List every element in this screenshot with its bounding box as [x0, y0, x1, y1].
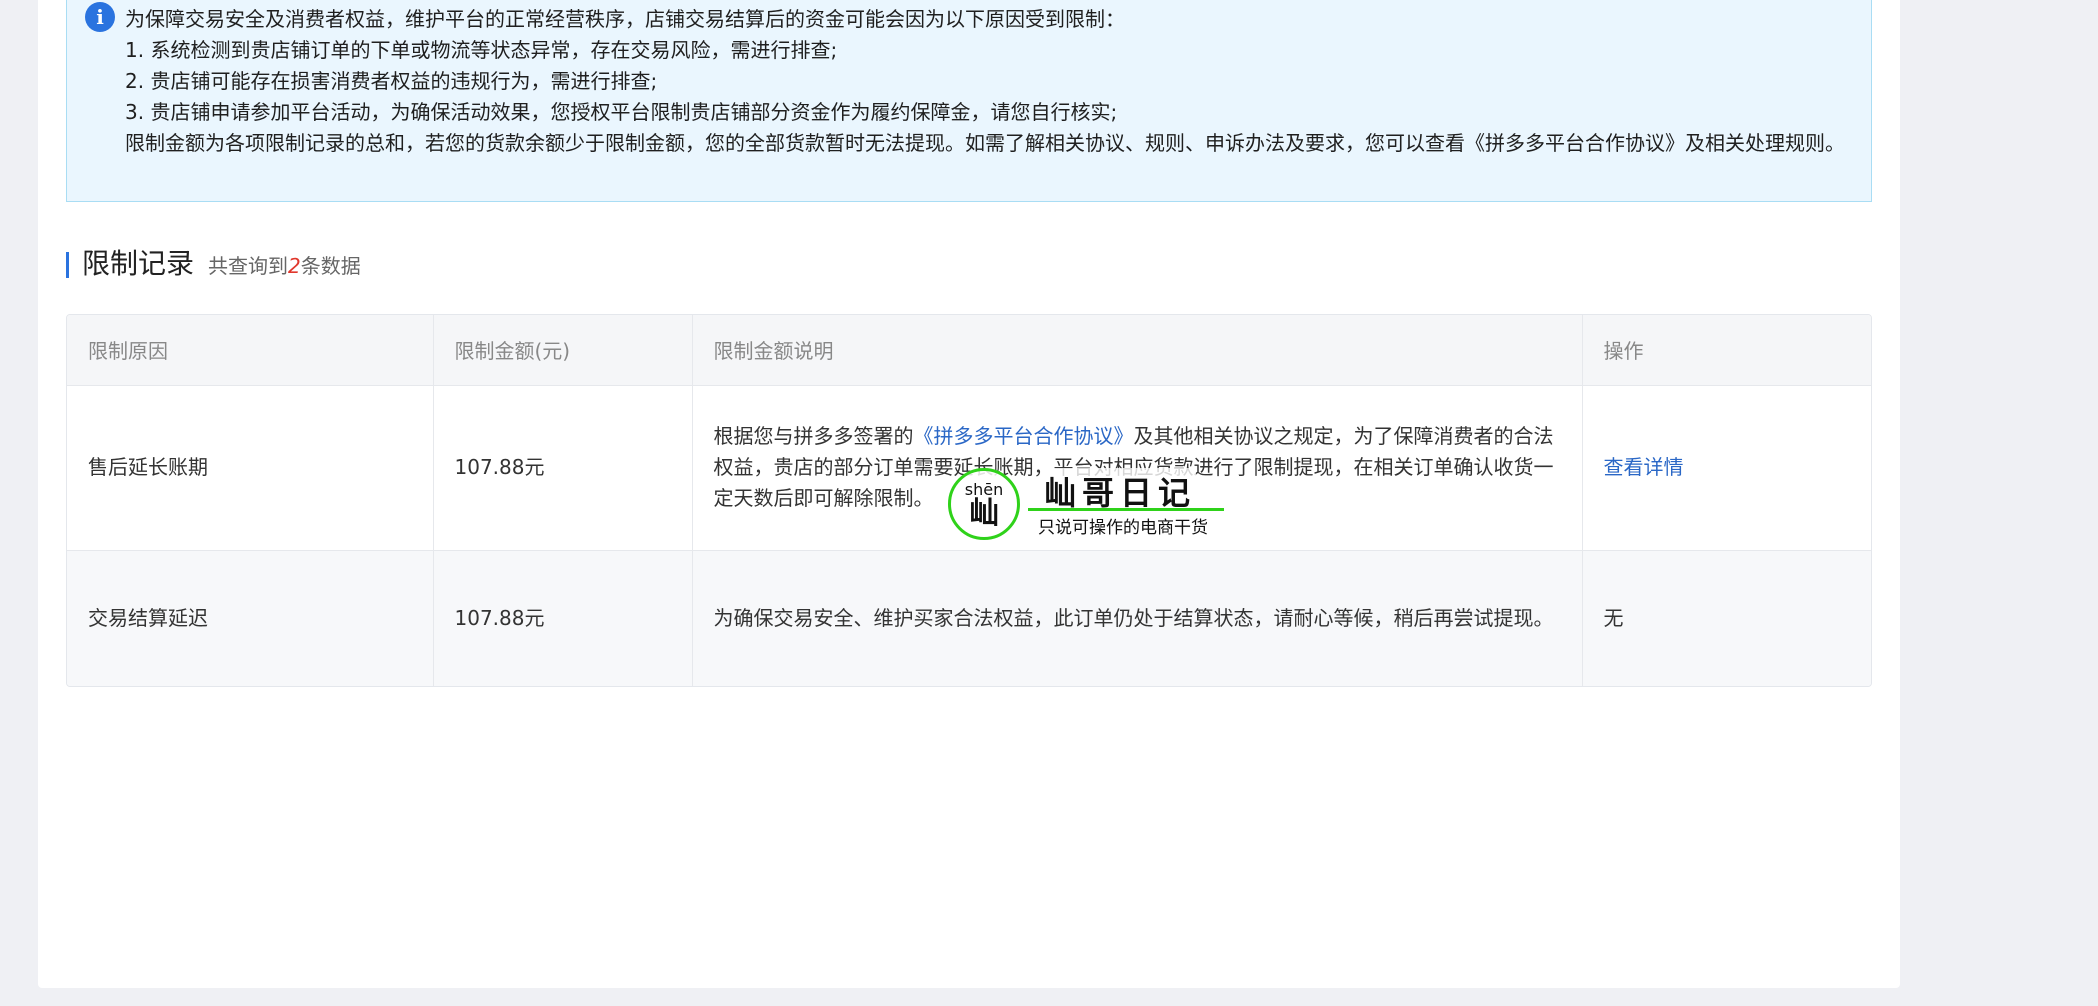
record-count-suffix: 条数据 [300, 254, 361, 278]
section-header: 限制记录 共查询到2条数据 [66, 248, 361, 280]
cell-reason: 售后延长账期 [67, 385, 434, 551]
table-header-row: 限制原因 限制金额(元) 限制金额说明 操作 [67, 315, 1871, 386]
cell-amount: 107.88元 [433, 385, 693, 551]
record-count-prefix: 共查询到 [208, 254, 289, 278]
info-icon: i [85, 2, 115, 32]
notice-line-1: 1. 系统检测到贵店铺订单的下单或物流等状态异常，存在交易风险，需进行排查; [125, 38, 838, 62]
main-panel: i 为保障交易安全及消费者权益，维护平台的正常经营秩序，店铺交易结算后的资金可能… [38, 0, 1900, 988]
cell-action: 查看详情 [1582, 385, 1871, 551]
column-header-reason: 限制原因 [67, 315, 434, 386]
restriction-notice: i 为保障交易安全及消费者权益，维护平台的正常经营秩序，店铺交易结算后的资金可能… [66, 0, 1872, 202]
cell-amount: 107.88元 [433, 550, 693, 686]
cell-description: 为确保交易安全、维护买家合法权益，此订单仍处于结算状态，请耐心等候，稍后再尝试提… [692, 550, 1583, 686]
section-accent-bar [66, 252, 69, 278]
notice-line-2: 2. 贵店铺可能存在损害消费者权益的违规行为，需进行排查; [125, 69, 658, 93]
watermark-char: 屾 [969, 496, 999, 531]
view-details-link[interactable]: 查看详情 [1604, 455, 1684, 479]
cell-reason: 交易结算延迟 [67, 550, 434, 686]
description-text-before: 根据您与拼多多签署的 [713, 424, 914, 448]
column-header-description: 限制金额说明 [692, 315, 1583, 386]
watermark-underline [1028, 508, 1224, 511]
agreement-link[interactable]: 《拼多多平台合作协议》 [914, 424, 1134, 448]
section-title: 限制记录 [82, 247, 195, 280]
record-count-number: 2 [288, 254, 301, 278]
record-count: 共查询到2条数据 [208, 250, 361, 279]
notice-line-summary: 限制金额为各项限制记录的总和，若您的货款余额少于限制金额，您的全部货款暂时无法提… [125, 131, 1845, 155]
table-row: 交易结算延迟 107.88元 为确保交易安全、维护买家合法权益，此订单仍处于结算… [67, 550, 1871, 686]
watermark-logo: shēn 屾 [948, 468, 1020, 540]
column-header-amount: 限制金额(元) [433, 315, 693, 386]
column-header-action: 操作 [1582, 315, 1871, 386]
watermark: shēn 屾 屾哥日记 只说可操作的电商干货 [948, 468, 1228, 542]
notice-line-3: 3. 贵店铺申请参加平台活动，为确保活动效果，您授权平台限制贵店铺部分资金作为履… [125, 100, 1118, 124]
cell-action: 无 [1582, 550, 1871, 686]
watermark-subtitle: 只说可操作的电商干货 [1038, 513, 1208, 538]
notice-line-intro: 为保障交易安全及消费者权益，维护平台的正常经营秩序，店铺交易结算后的资金可能会因… [125, 7, 1125, 31]
